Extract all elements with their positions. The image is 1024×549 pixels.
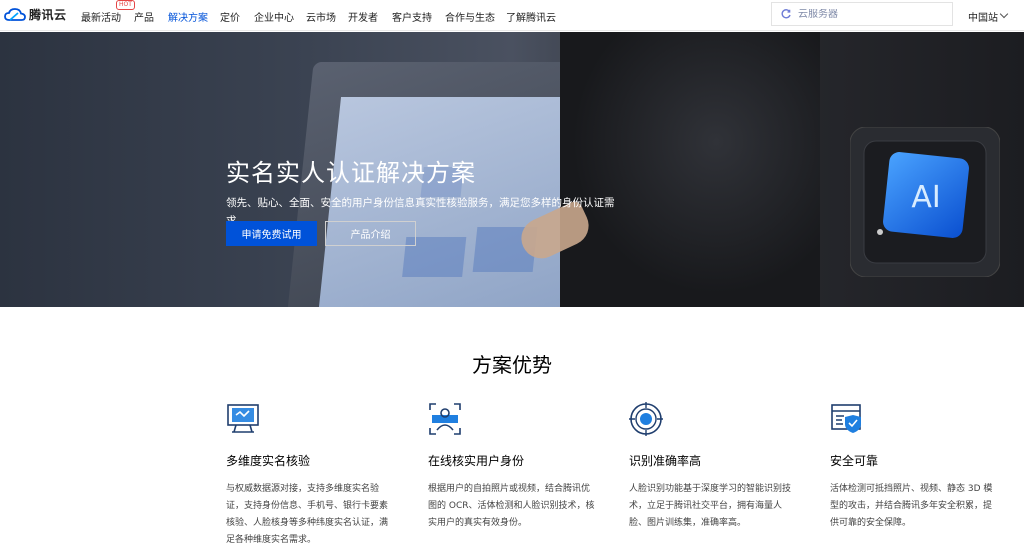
free-trial-button[interactable]: 申请免费试用 <box>226 221 317 246</box>
product-intro-button[interactable]: 产品介绍 <box>325 221 416 246</box>
search-box[interactable] <box>771 2 953 26</box>
region-selector[interactable]: 中国站 <box>968 9 998 24</box>
hero-person-image <box>560 32 820 307</box>
nav-item-solutions[interactable]: 解决方案 <box>168 9 208 24</box>
feature-desc: 与权威数据源对接，支持多维度实名验证，支持身份信息、手机号、银行卡要素核验、人脸… <box>226 484 389 545</box>
nav-item-marketplace[interactable]: 云市场 <box>306 9 336 24</box>
nav-item-enterprise[interactable]: 企业中心 <box>254 9 294 24</box>
tencent-cloud-logo-icon <box>4 7 26 21</box>
feature-card: 安全可靠 活体检测可抵挡照片、视频、静态 3D 模型的攻击，并结合腾讯多年安全积… <box>830 402 1000 532</box>
feature-card: 在线核实用户身份 根据用户的自拍照片或视频，结合腾讯优图的 OCR、活体检测和人… <box>428 402 598 532</box>
shield-window-icon <box>831 404 861 433</box>
chevron-down-icon[interactable] <box>999 9 1009 19</box>
nav-item-products[interactable]: 产品 <box>134 9 154 24</box>
nav-item-latest-events[interactable]: 最新活动 <box>81 9 121 24</box>
feature-desc: 活体检测可抵挡照片、视频、静态 3D 模型的攻击，并结合腾讯多年安全积累，提供可… <box>830 484 993 528</box>
hero-title: 实名实人认证解决方案 <box>226 159 476 187</box>
logo[interactable]: 腾讯云 <box>4 6 67 23</box>
logo-text: 腾讯云 <box>29 8 67 22</box>
feature-card: 识别准确率高 人脸识别功能基于深度学习的智能识别技术，立足于腾讯社交平台，拥有海… <box>629 402 799 532</box>
nav-item-about[interactable]: 了解腾讯云 <box>506 9 556 24</box>
feature-title: 安全可靠 <box>830 454 879 468</box>
section-title: 方案优势 <box>472 353 552 377</box>
feature-title: 多维度实名核验 <box>226 454 311 468</box>
hero-banner: AI 实名实人认证解决方案 领先、贴心、全面、安全的用户身份信息真实性核验服务，… <box>0 32 1024 307</box>
feature-title: 识别准确率高 <box>629 454 702 468</box>
ai-chip-icon: AI <box>850 127 1000 277</box>
feature-desc: 人脸识别功能基于深度学习的智能识别技术，立足于腾讯社交平台，拥有海量人脸、图片训… <box>629 484 792 528</box>
face-scan-icon <box>429 403 461 435</box>
hot-badge: HOT <box>116 0 135 10</box>
feature-card: 多维度实名核验 与权威数据源对接，支持多维度实名验证，支持身份信息、手机号、银行… <box>226 402 396 549</box>
nav-item-developers[interactable]: 开发者 <box>348 9 378 24</box>
nav-item-pricing[interactable]: 定价 <box>220 9 240 24</box>
search-icon <box>781 9 791 19</box>
search-input[interactable] <box>798 8 948 20</box>
target-icon <box>629 402 663 436</box>
nav-item-partners[interactable]: 合作与生态 <box>445 9 495 24</box>
nav-item-support[interactable]: 客户支持 <box>392 9 432 24</box>
identity-verify-icon <box>227 404 259 433</box>
svg-text:AI: AI <box>911 180 940 215</box>
feature-title: 在线核实用户身份 <box>428 454 525 468</box>
feature-desc: 根据用户的自拍照片或视频，结合腾讯优图的 OCR、活体检测和人脸识别技术，核实用… <box>428 484 595 528</box>
top-nav: 腾讯云 最新活动 HOT 产品 解决方案 定价 企业中心 云市场 开发者 客户支… <box>0 0 1024 31</box>
